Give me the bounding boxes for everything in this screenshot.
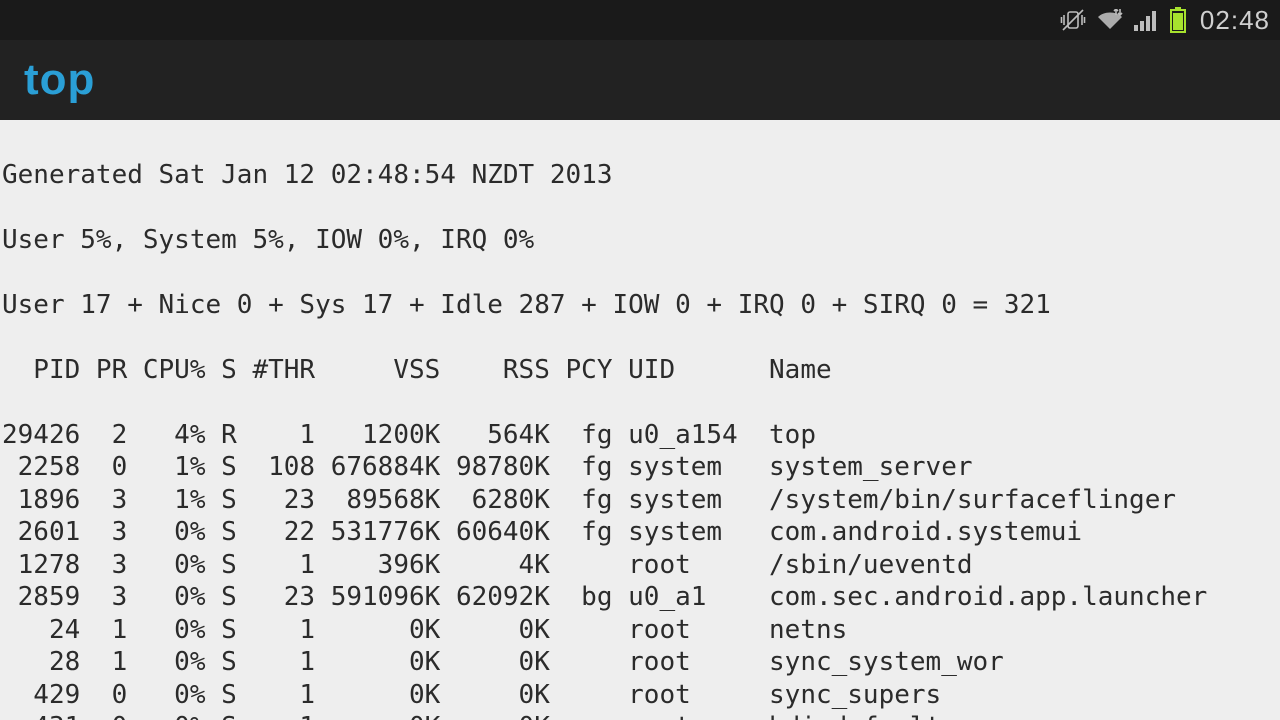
process-row: 2601 3 0% S 22 531776K 60640K fg system … bbox=[2, 516, 1280, 549]
battery-icon bbox=[1170, 7, 1186, 33]
process-row: 2258 0 1% S 108 676884K 98780K fg system… bbox=[2, 451, 1280, 484]
top-output: Generated Sat Jan 12 02:48:54 NZDT 2013 … bbox=[0, 120, 1280, 720]
process-row: 1896 3 1% S 23 89568K 6280K fg system /s… bbox=[2, 484, 1280, 517]
process-row: 1278 3 0% S 1 396K 4K root /sbin/ueventd bbox=[2, 549, 1280, 582]
process-row: 2859 3 0% S 23 591096K 62092K bg u0_a1 c… bbox=[2, 581, 1280, 614]
process-row: 28 1 0% S 1 0K 0K root sync_system_wor bbox=[2, 646, 1280, 679]
column-headers: PID PR CPU% S #THR VSS RSS PCY UID Name bbox=[2, 354, 1280, 387]
wifi-icon bbox=[1096, 9, 1124, 31]
app-title: top bbox=[24, 55, 95, 105]
process-row: 431 0 0% S 1 0K 0K root bdi-default bbox=[2, 711, 1280, 720]
vibrate-off-icon bbox=[1060, 9, 1086, 31]
status-bar: 02:48 bbox=[0, 0, 1280, 40]
process-row: 429 0 0% S 1 0K 0K root sync_supers bbox=[2, 679, 1280, 712]
signal-icon bbox=[1134, 9, 1160, 31]
process-row: 29426 2 4% R 1 1200K 564K fg u0_a154 top bbox=[2, 419, 1280, 452]
process-row: 24 1 0% S 1 0K 0K root netns bbox=[2, 614, 1280, 647]
usage-line: User 5%, System 5%, IOW 0%, IRQ 0% bbox=[2, 224, 1280, 257]
breakdown-line: User 17 + Nice 0 + Sys 17 + Idle 287 + I… bbox=[2, 289, 1280, 322]
status-clock: 02:48 bbox=[1200, 5, 1270, 36]
generated-line: Generated Sat Jan 12 02:48:54 NZDT 2013 bbox=[2, 159, 1280, 192]
title-bar: top bbox=[0, 40, 1280, 120]
